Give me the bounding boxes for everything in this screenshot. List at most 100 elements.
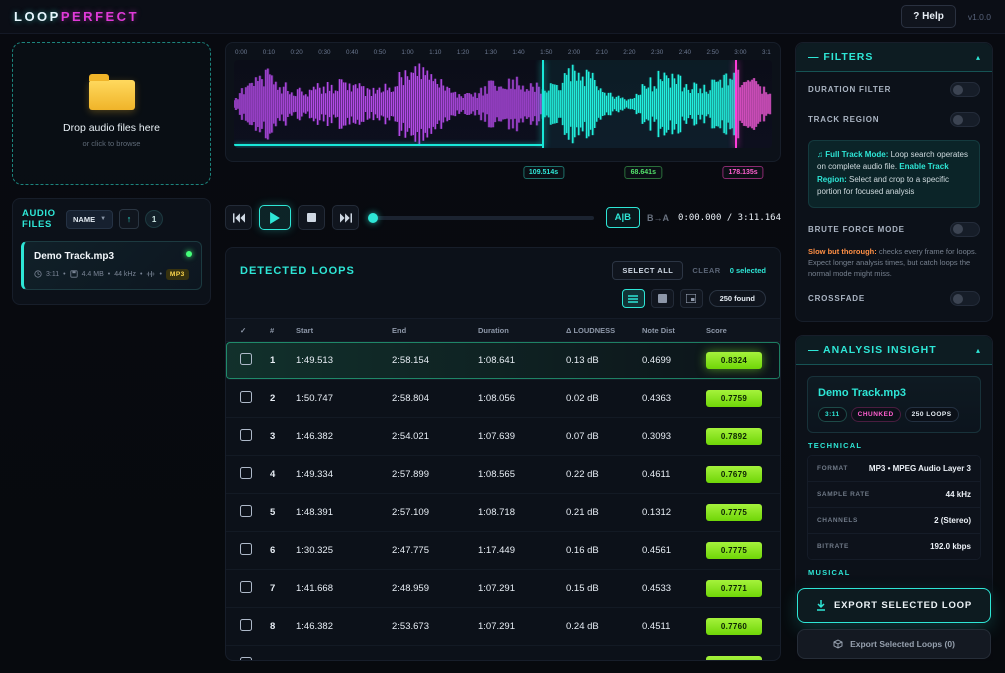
play-button[interactable]: [259, 205, 291, 230]
loop-row[interactable]: 5 1:48.391 2:57.109 1:08.718 0.21 dB 0.1312 0.…: [226, 494, 780, 532]
grid-view-button[interactable]: [650, 289, 674, 308]
track-region-toggle[interactable]: [950, 112, 980, 127]
waveform-display[interactable]: [234, 60, 772, 148]
duration-filter-row: DURATION FILTER: [796, 72, 992, 102]
found-count-badge: 250 found: [708, 290, 766, 307]
ruler-tick-label: 0:00: [235, 49, 248, 56]
seek-slider-knob[interactable]: [368, 212, 378, 223]
loop-row[interactable]: 6 1:30.325 2:47.775 1:17.449 0.16 dB 0.4561 0.…: [226, 532, 780, 570]
list-view-button[interactable]: [621, 289, 645, 308]
row-loudness: 0.18 dB: [566, 659, 642, 660]
sort-select[interactable]: NAME ▼: [66, 209, 114, 229]
stop-button[interactable]: [298, 205, 325, 230]
audio-files-panel: AUDIO FILES NAME ▼ ↑ 1 Demo Track.mp3 3:…: [12, 198, 211, 305]
row-number: 1: [270, 355, 276, 366]
ba-mode-toggle[interactable]: B→A: [647, 213, 669, 223]
seek-slider[interactable]: [368, 212, 594, 223]
row-duration: 1:08.565: [478, 469, 515, 480]
row-notedist: 0.4561: [642, 545, 672, 556]
ruler-tick-label: 1:20: [456, 49, 470, 56]
row-checkbox[interactable]: [240, 581, 252, 593]
row-duration: 1:07.639: [478, 431, 515, 442]
sort-direction-button[interactable]: ↑: [119, 209, 140, 230]
brute-force-toggle[interactable]: [950, 221, 980, 237]
loop-row[interactable]: 91:44.2152:51.5061:07.2910.18 dB0.44980.…: [226, 646, 780, 660]
row-checkbox[interactable]: [240, 505, 252, 517]
row-number: 6: [270, 545, 276, 556]
export-selected-loop-button[interactable]: EXPORT SELECTED LOOP: [797, 588, 991, 623]
column-header[interactable]: Score: [706, 326, 766, 335]
row-notedist: 0.4363: [642, 393, 672, 404]
loop-start-line[interactable]: [542, 60, 545, 148]
loop-end-line[interactable]: [735, 60, 738, 148]
compact-view-button[interactable]: [679, 289, 703, 308]
column-header[interactable]: Duration: [478, 326, 566, 335]
select-all-button[interactable]: SELECT ALL: [612, 261, 684, 280]
full-track-mode-label: Full Track Mode:: [825, 150, 889, 159]
column-header[interactable]: Δ LOUDNESS: [566, 326, 642, 335]
row-checkbox[interactable]: [240, 543, 252, 555]
filters-header[interactable]: — FILTERS ▴: [796, 43, 992, 72]
row-checkbox[interactable]: [240, 467, 252, 479]
help-button[interactable]: ? Help: [901, 5, 956, 28]
row-duration: 1:08.641: [478, 355, 515, 366]
analysis-insight-header[interactable]: — ANALYSIS INSIGHT ▴: [796, 336, 992, 366]
row-end: 2:47.775: [392, 545, 429, 556]
sort-select-value: NAME: [73, 214, 96, 224]
column-header[interactable]: End: [392, 326, 478, 335]
brute-force-note: Slow but thorough: checks every frame fo…: [808, 246, 980, 280]
row-checkbox[interactable]: [240, 619, 252, 631]
row-checkbox[interactable]: [240, 657, 252, 660]
clear-button[interactable]: CLEAR: [692, 266, 720, 275]
crossfade-label: CROSSFADE: [808, 294, 865, 304]
export-selected-loops-button[interactable]: Export Selected Loops (0): [797, 629, 991, 659]
row-checkbox[interactable]: [240, 353, 252, 365]
row-number: 8: [270, 621, 276, 632]
insight-track-card: Demo Track.mp3 3:11 CHUNKED 250 LOOPS: [807, 376, 981, 434]
filters-title: — FILTERS: [808, 51, 874, 63]
row-end: 2:53.673: [392, 621, 429, 632]
skip-back-button[interactable]: [225, 205, 252, 230]
row-number: 3: [270, 431, 276, 442]
export-selected-loop-label: EXPORT SELECTED LOOP: [834, 600, 972, 611]
region-progress-line: [234, 144, 543, 146]
file-list-item[interactable]: Demo Track.mp3 3:11 • 4.4 MB • 44 kHz • • M…: [21, 240, 202, 290]
version-label: v1.0.0: [967, 11, 991, 22]
row-start: 1:46.382: [296, 621, 333, 632]
technical-value: 2 (Stereo): [934, 516, 971, 526]
loop-row[interactable]: 3 1:46.382 2:54.021 1:07.639 0.07 dB 0.3093 0.…: [226, 418, 780, 456]
detected-loops-title: DETECTED LOOPS: [240, 264, 355, 277]
column-header[interactable]: ✓: [240, 326, 270, 335]
folder-icon: [88, 73, 135, 110]
crossfade-toggle[interactable]: [950, 291, 980, 307]
column-header[interactable]: #: [270, 326, 296, 335]
ab-loop-button[interactable]: A|B: [605, 207, 641, 228]
row-start: 1:30.325: [296, 545, 333, 556]
detected-loops-panel: DETECTED LOOPS SELECT ALL CLEAR 0 select…: [225, 247, 781, 661]
row-score-badge: 0.7771: [706, 580, 762, 597]
loop-row[interactable]: 8 1:46.382 2:53.673 1:07.291 0.24 dB 0.4511 0.…: [226, 608, 780, 646]
file-dropzone[interactable]: Drop audio files here or click to browse: [12, 42, 211, 185]
row-start: 1:49.513: [296, 355, 333, 366]
export-actions: EXPORT SELECTED LOOP Export Selected Loo…: [795, 574, 993, 661]
ruler-tick-label: 1:40: [512, 49, 525, 56]
ruler-tick-label: 2:40: [678, 49, 692, 56]
column-header[interactable]: Start: [296, 326, 392, 335]
loop-row[interactable]: 7 1:41.668 2:48.959 1:07.291 0.15 dB 0.4533 0.…: [226, 570, 780, 608]
loop-row[interactable]: 2 1:50.747 2:58.804 1:08.056 0.02 dB 0.4363 0.…: [226, 380, 780, 418]
ruler-tick-label: 3:00: [734, 49, 747, 56]
collapse-caret-icon[interactable]: ▴: [976, 53, 980, 62]
loop-row[interactable]: 1 1:49.513 2:58.154 1:08.641 0.13 dB 0.4699 0.…: [226, 342, 780, 380]
collapse-caret-icon[interactable]: ▴: [976, 346, 980, 355]
duration-filter-toggle[interactable]: [950, 82, 980, 97]
export-selected-loops-label: Export Selected Loops (0): [850, 639, 955, 649]
skip-forward-button[interactable]: [332, 205, 359, 230]
column-header[interactable]: Note Dist: [642, 326, 706, 335]
row-checkbox[interactable]: [240, 391, 252, 403]
package-icon: [833, 639, 843, 649]
top-bar: LOOPPERFECT ? Help v1.0.0: [0, 0, 1005, 34]
file-samplerate: 44 kHz: [114, 270, 136, 278]
loop-row[interactable]: 4 1:49.334 2:57.899 1:08.565 0.22 dB 0.4611 0.…: [226, 456, 780, 494]
insight-badge-row: 3:11 CHUNKED 250 LOOPS: [818, 407, 970, 423]
row-checkbox[interactable]: [240, 429, 252, 441]
